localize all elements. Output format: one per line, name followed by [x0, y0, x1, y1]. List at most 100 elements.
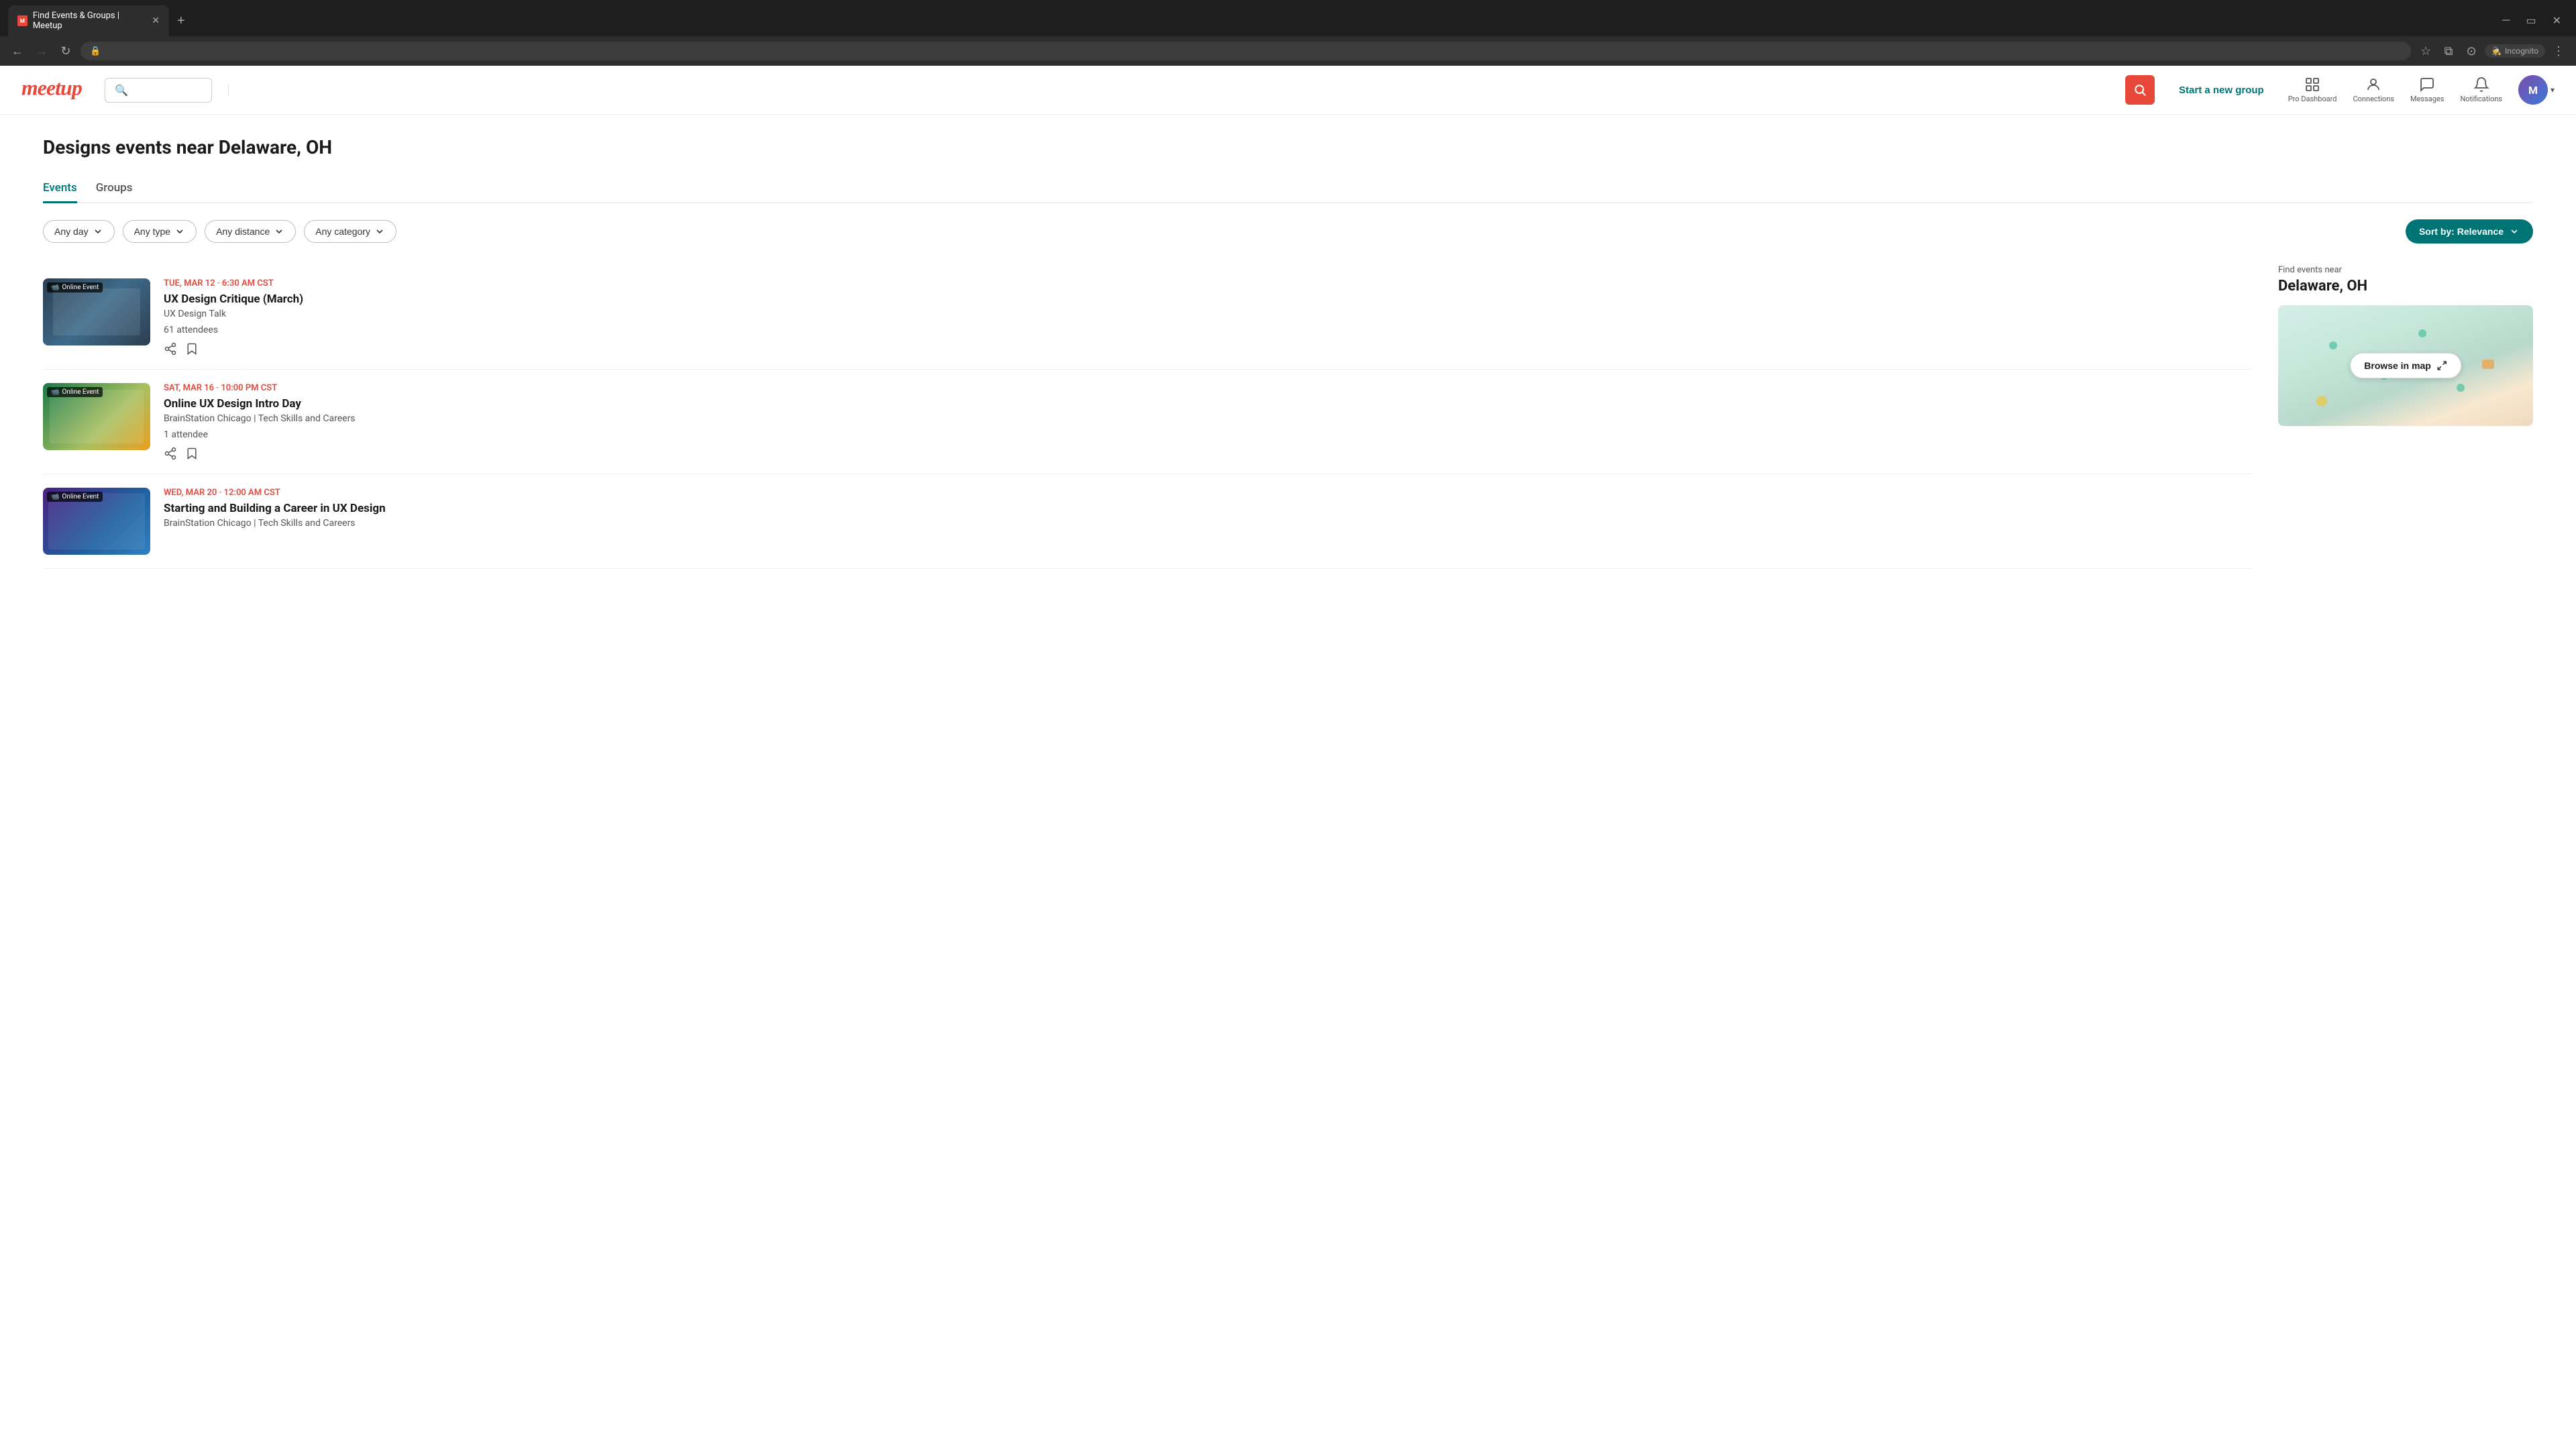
page-title: Designs events near Delaware, OH [43, 136, 2533, 158]
online-badge-2: 📹 Online Event [47, 387, 103, 397]
chevron-down-icon [174, 226, 185, 237]
event-title-3[interactable]: Starting and Building a Career in UX Des… [164, 502, 2251, 515]
tab-favicon: M [17, 15, 28, 26]
event-attendees-1: 61 attendees [164, 325, 2251, 335]
event-date-2: SAT, MAR 16 · 10:00 PM CST [164, 383, 2251, 393]
event-date-1: TUE, MAR 12 · 6:30 AM CST [164, 278, 2251, 288]
forward-button[interactable]: → [32, 42, 51, 60]
browser-chrome: M Find Events & Groups | Meetup ✕ + ─ ▭ … [0, 0, 2576, 66]
bookmark-icon [185, 342, 199, 356]
maximize-button[interactable]: ▭ [2519, 11, 2542, 30]
share-button-1[interactable] [164, 342, 177, 356]
search-icon: 🔍 [115, 84, 128, 97]
event-title-2[interactable]: Online UX Design Intro Day [164, 397, 2251, 411]
share-icon [164, 342, 177, 356]
search-button[interactable] [2125, 75, 2155, 105]
reload-button[interactable]: ↻ [56, 42, 75, 60]
menu-button[interactable]: ⋮ [2549, 42, 2568, 60]
tab-events[interactable]: Events [43, 174, 77, 203]
share-icon-2 [164, 447, 177, 460]
tab-title: Find Events & Groups | Meetup [33, 11, 142, 31]
tab-groups[interactable]: Groups [96, 174, 133, 203]
event-attendees-2: 1 attendee [164, 429, 2251, 440]
online-badge-3: 📹 Online Event [47, 492, 103, 502]
browser-actions: ☆ ⧉ ⊙ 🕵 Incognito ⋮ [2416, 42, 2568, 60]
incognito-label: Incognito [2505, 46, 2538, 56]
close-window-button[interactable]: ✕ [2546, 11, 2568, 30]
event-actions-2 [164, 447, 2251, 460]
filters-bar: Any day Any type Any distance Any catego… [43, 219, 2533, 244]
share-button-2[interactable] [164, 447, 177, 460]
meetup-logo[interactable]: meetup [21, 75, 89, 105]
map-dot [2329, 341, 2337, 350]
content-layout: 📹 Online Event TUE, MAR 12 · 6:30 AM CST… [43, 265, 2533, 569]
map-dot [2457, 384, 2465, 392]
avatar-container[interactable]: M ▾ [2518, 75, 2555, 105]
incognito-badge: 🕵 Incognito [2485, 44, 2545, 58]
filter-distance[interactable]: Any distance [205, 220, 296, 243]
video-icon-3: 📹 [51, 493, 59, 500]
event-image-3: 📹 Online Event [43, 488, 150, 555]
event-date-3: WED, MAR 20 · 12:00 AM CST [164, 488, 2251, 498]
chevron-down-icon [374, 226, 385, 237]
site-header: meetup 🔍 Designs Delaware, OH Start a ne… [0, 66, 2576, 115]
map-placeholder: Browse in map [2278, 305, 2533, 426]
map-dot [2482, 360, 2494, 369]
browser-controls: ← → ↻ 🔒 meetup.com/find/?suggested=true&… [0, 36, 2576, 66]
bookmark-icon[interactable]: ☆ [2416, 42, 2435, 60]
event-org-2: BrainStation Chicago | Tech Skills and C… [164, 413, 2251, 424]
event-info-3: WED, MAR 20 · 12:00 AM CST Starting and … [164, 488, 2251, 534]
extensions-button[interactable]: ⧉ [2439, 42, 2458, 60]
messages-link[interactable]: Messages [2410, 76, 2444, 103]
event-actions-1 [164, 342, 2251, 356]
video-icon-2: 📹 [51, 388, 59, 396]
save-button-2[interactable] [185, 447, 199, 460]
filter-type[interactable]: Any type [123, 220, 197, 243]
user-avatar: M [2518, 75, 2548, 105]
search-input[interactable]: Designs [133, 85, 201, 96]
profile-button[interactable]: ⊙ [2462, 42, 2481, 60]
filter-category[interactable]: Any category [304, 220, 396, 243]
chat-icon [2419, 76, 2435, 93]
notifications-link[interactable]: Notifications [2460, 76, 2502, 103]
content-tabs: Events Groups [43, 174, 2533, 203]
nav-items: Pro Dashboard Connections Messages Notif… [2288, 75, 2555, 105]
bell-icon [2473, 76, 2489, 93]
address-bar[interactable]: 🔒 meetup.com/find/?suggested=true&source… [80, 42, 2411, 60]
map-dot [2316, 396, 2327, 407]
event-image-2: 📹 Online Event [43, 383, 150, 450]
chevron-down-icon [93, 226, 103, 237]
sort-chevron-icon [2509, 226, 2520, 237]
event-title-1[interactable]: UX Design Critique (March) [164, 292, 2251, 306]
online-badge-1: 📹 Online Event [47, 282, 103, 292]
event-org-1: UX Design Talk [164, 309, 2251, 319]
avatar-initials: M [2518, 75, 2548, 105]
new-tab-button[interactable]: + [172, 13, 191, 29]
tab-close-button[interactable]: ✕ [152, 15, 160, 26]
sort-button[interactable]: Sort by: Relevance [2406, 219, 2533, 244]
person-icon [2365, 76, 2381, 93]
browse-map-button[interactable]: Browse in map [2350, 353, 2461, 378]
chevron-down-icon [274, 226, 284, 237]
main-content: Designs events near Delaware, OH Events … [0, 115, 2576, 590]
lock-icon: 🔒 [90, 46, 101, 56]
event-card: 📹 Online Event WED, MAR 20 · 12:00 AM CS… [43, 474, 2251, 569]
url-input[interactable]: meetup.com/find/?suggested=true&source=E… [106, 46, 2402, 56]
filter-day[interactable]: Any day [43, 220, 115, 243]
grid-icon [2304, 76, 2320, 93]
pro-dashboard-link[interactable]: Pro Dashboard [2288, 76, 2337, 103]
minimize-button[interactable]: ─ [2496, 11, 2516, 30]
event-info-2: SAT, MAR 16 · 10:00 PM CST Online UX Des… [164, 383, 2251, 460]
bookmark-icon-2 [185, 447, 199, 460]
event-card: 📹 Online Event SAT, MAR 16 · 10:00 PM CS… [43, 370, 2251, 474]
active-tab[interactable]: M Find Events & Groups | Meetup ✕ [8, 5, 169, 36]
expand-icon [2436, 360, 2447, 371]
location-input[interactable]: Delaware, OH [228, 85, 2109, 96]
search-box: 🔍 Designs [105, 78, 212, 103]
avatar-chevron-icon: ▾ [2551, 85, 2555, 95]
logo-svg: meetup [21, 75, 89, 99]
back-button[interactable]: ← [8, 42, 27, 60]
connections-link[interactable]: Connections [2353, 76, 2394, 103]
save-button-1[interactable] [185, 342, 199, 356]
start-group-button[interactable]: Start a new group [2171, 79, 2272, 101]
